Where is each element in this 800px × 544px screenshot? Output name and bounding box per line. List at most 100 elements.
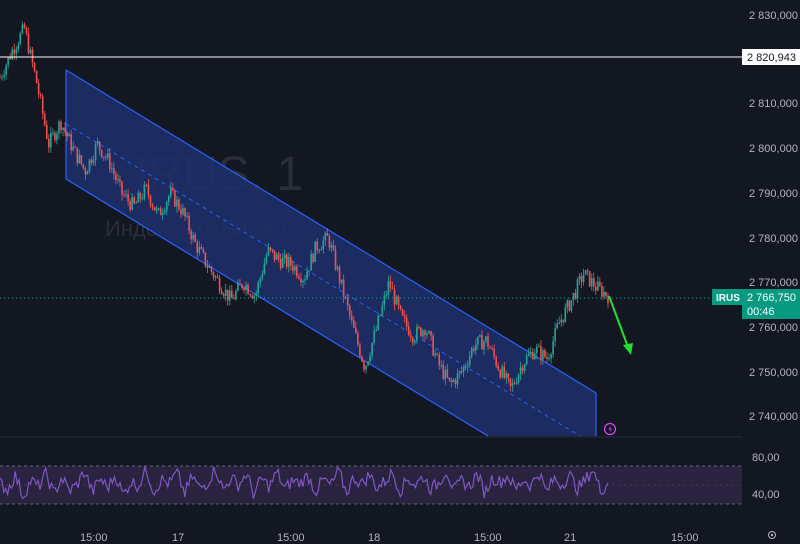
candle-body[interactable]	[296, 266, 298, 277]
candle-body[interactable]	[68, 134, 70, 137]
candle-body[interactable]	[399, 305, 402, 310]
candle-body[interactable]	[200, 246, 203, 249]
candle-body[interactable]	[165, 202, 168, 211]
candle-body[interactable]	[113, 168, 115, 175]
candle-body[interactable]	[70, 134, 72, 151]
candle-body[interactable]	[440, 364, 443, 366]
candle-body[interactable]	[513, 382, 516, 384]
lightning-icon[interactable]	[603, 422, 617, 436]
candle-body[interactable]	[182, 208, 184, 215]
candle-body[interactable]	[572, 292, 575, 301]
candle-body[interactable]	[385, 294, 388, 296]
candle-body[interactable]	[521, 367, 524, 371]
candle-body[interactable]	[245, 284, 247, 291]
candle-body[interactable]	[485, 336, 487, 342]
candle-body[interactable]	[58, 121, 60, 134]
candle-body[interactable]	[300, 278, 302, 283]
candle-body[interactable]	[127, 194, 129, 202]
candle-body[interactable]	[422, 330, 424, 337]
candle-body[interactable]	[310, 253, 312, 271]
candle-body[interactable]	[249, 294, 251, 296]
candle-body[interactable]	[515, 382, 518, 384]
candle-body[interactable]	[287, 257, 290, 267]
candle-body[interactable]	[72, 146, 75, 151]
candle-body[interactable]	[340, 279, 343, 283]
candle-body[interactable]	[50, 132, 52, 148]
candle-body[interactable]	[519, 367, 522, 375]
candle-body[interactable]	[444, 369, 447, 379]
candle-body[interactable]	[155, 208, 158, 211]
candle-body[interactable]	[139, 192, 142, 199]
candle-body[interactable]	[576, 279, 579, 299]
candle-body[interactable]	[102, 156, 105, 158]
candle-body[interactable]	[21, 24, 24, 33]
rsi-axis[interactable]: 80,00 40,00	[752, 452, 780, 501]
level-price-tag[interactable]: 2 820,943	[742, 49, 800, 65]
candle-body[interactable]	[41, 96, 44, 114]
candle-body[interactable]	[353, 319, 355, 328]
candle-body[interactable]	[344, 296, 347, 298]
candle-body[interactable]	[267, 247, 270, 256]
candle-body[interactable]	[194, 234, 197, 242]
candle-body[interactable]	[477, 336, 479, 345]
candle-body[interactable]	[259, 278, 262, 283]
candle-body[interactable]	[517, 374, 520, 383]
candle-body[interactable]	[137, 192, 140, 203]
candle-body[interactable]	[507, 373, 510, 379]
candle-body[interactable]	[436, 353, 438, 355]
candle-body[interactable]	[231, 290, 233, 298]
candle-body[interactable]	[511, 382, 514, 386]
candle-body[interactable]	[123, 194, 125, 196]
candle-body[interactable]	[525, 355, 528, 365]
candle-body[interactable]	[342, 279, 345, 297]
candle-body[interactable]	[17, 44, 20, 50]
candle-body[interactable]	[336, 266, 339, 270]
candle-body[interactable]	[326, 232, 329, 236]
candle-body[interactable]	[446, 369, 449, 378]
candle-body[interactable]	[106, 153, 109, 158]
candle-body[interactable]	[263, 263, 266, 275]
candle-body[interactable]	[125, 194, 127, 196]
candle-body[interactable]	[501, 366, 504, 378]
candle-body[interactable]	[214, 276, 217, 278]
candle-body[interactable]	[94, 144, 97, 161]
candle-body[interactable]	[592, 278, 595, 287]
candle-body[interactable]	[54, 132, 56, 141]
candle-body[interactable]	[29, 49, 32, 54]
candle-body[interactable]	[145, 184, 148, 186]
candle-body[interactable]	[523, 364, 526, 371]
candle-body[interactable]	[497, 365, 499, 370]
candle-body[interactable]	[25, 27, 28, 34]
candle-body[interactable]	[393, 288, 396, 305]
candle-body[interactable]	[312, 253, 314, 262]
candle-body[interactable]	[157, 208, 160, 210]
candle-body[interactable]	[540, 346, 542, 360]
candle-body[interactable]	[448, 377, 451, 380]
candle-body[interactable]	[198, 246, 201, 253]
candle-body[interactable]	[192, 234, 194, 240]
candle-body[interactable]	[462, 367, 465, 372]
candle-body[interactable]	[564, 307, 567, 322]
candle-body[interactable]	[350, 315, 353, 320]
candle-body[interactable]	[220, 291, 223, 295]
chart-area[interactable]: IRUS, 1 ИндексМосБиржи	[0, 0, 800, 544]
candle-body[interactable]	[562, 319, 565, 322]
candle-body[interactable]	[88, 159, 91, 172]
candle-body[interactable]	[184, 208, 186, 217]
candle-body[interactable]	[37, 83, 40, 95]
candle-body[interactable]	[5, 65, 7, 76]
candle-body[interactable]	[289, 257, 292, 266]
candle-body[interactable]	[597, 281, 599, 291]
candle-body[interactable]	[584, 270, 587, 275]
gear-icon[interactable]	[768, 531, 776, 539]
candle-body[interactable]	[552, 341, 554, 355]
candle-body[interactable]	[143, 184, 146, 199]
candle-body[interactable]	[314, 241, 316, 262]
candle-body[interactable]	[39, 94, 42, 97]
candle-body[interactable]	[170, 188, 172, 197]
candle-body[interactable]	[277, 254, 280, 260]
candle-body[interactable]	[458, 371, 461, 374]
candle-body[interactable]	[586, 270, 589, 272]
candle-body[interactable]	[481, 335, 483, 350]
candle-body[interactable]	[566, 300, 569, 308]
